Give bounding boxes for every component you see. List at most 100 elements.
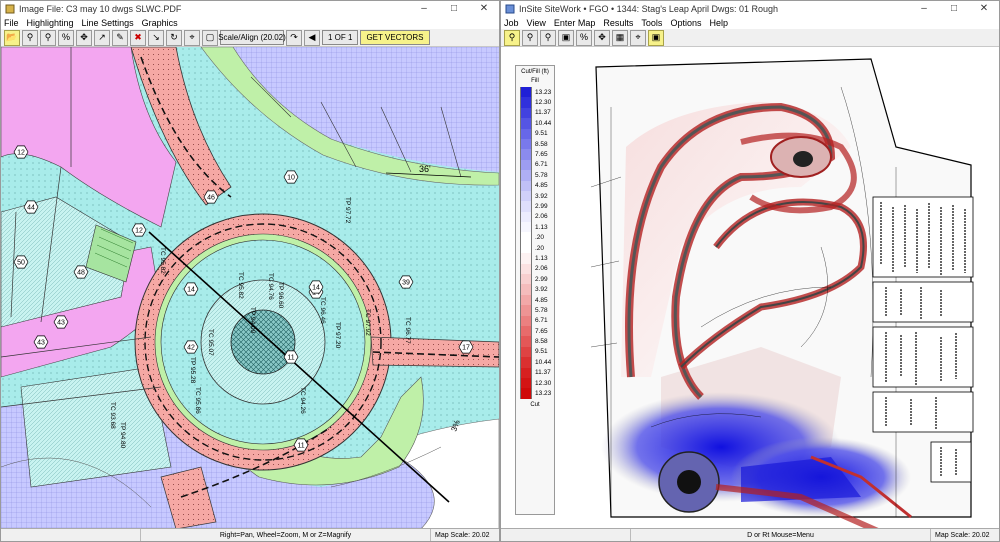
lot-number-marker: 50 bbox=[13, 255, 29, 269]
legend-value: 3.92 bbox=[535, 286, 548, 294]
legend-swatch bbox=[520, 388, 532, 399]
left-pdf-map-view[interactable]: 36' 3% TC 95.82 TC 94.76 TC 95.07 TC 97.… bbox=[1, 47, 499, 529]
lot-number: 11 bbox=[297, 443, 304, 450]
zoom-window-icon[interactable]: ▣ bbox=[558, 29, 574, 46]
menu-enter-map[interactable]: Enter Map bbox=[554, 18, 596, 28]
legend-row: 13.23 bbox=[516, 87, 554, 98]
legend-value: 11.37 bbox=[535, 369, 551, 377]
zoom-out-icon[interactable]: ⚲ bbox=[540, 29, 556, 46]
get-vectors-button[interactable]: GET VECTORS bbox=[360, 30, 430, 45]
zoom-in-icon[interactable]: ⚲ bbox=[522, 29, 538, 46]
scale-align-button[interactable]: Scale/Align (20.02) bbox=[218, 30, 286, 45]
lot-number-marker: 43 bbox=[33, 335, 49, 349]
tc-label: TC 95.86 bbox=[194, 387, 201, 414]
menu-job[interactable]: Job bbox=[504, 18, 519, 28]
legend-value: 7.65 bbox=[535, 151, 548, 159]
right-status-bar: D or Rt Mouse=Menu Map Scale: 20.02 bbox=[501, 528, 999, 541]
lot-number: 39 bbox=[402, 280, 410, 287]
legend-swatch bbox=[520, 128, 532, 139]
status-map-scale: Map Scale: 20.02 bbox=[935, 531, 990, 539]
maximize-button[interactable]: □ bbox=[939, 1, 969, 16]
lot-number: 14 bbox=[312, 285, 320, 292]
legend-swatch bbox=[520, 346, 532, 358]
layers-icon[interactable]: ▦ bbox=[612, 29, 628, 46]
legend-row: 11.37 bbox=[516, 107, 554, 119]
lot-number: 10 bbox=[287, 175, 295, 182]
open-folder-icon[interactable]: 📂 bbox=[4, 29, 20, 46]
right-cut-fill-map-view[interactable]: Cut/Fill (ft) Fill 13.23 12.30 11.37 10.44 9… bbox=[501, 47, 999, 529]
legend-row: 4.85 bbox=[516, 294, 554, 306]
lot-number: 43 bbox=[37, 340, 45, 347]
minimize-button[interactable]: – bbox=[409, 1, 439, 16]
crosshair-icon[interactable]: ⌖ bbox=[184, 29, 200, 46]
right-menu-bar: Job View Enter Map Results Tools Options… bbox=[501, 16, 999, 29]
menu-graphics[interactable]: Graphics bbox=[142, 18, 178, 28]
legend-row: 8.58 bbox=[516, 336, 554, 347]
snapshot-icon[interactable]: ▣ bbox=[648, 29, 664, 46]
minimize-button[interactable]: – bbox=[909, 1, 939, 16]
menu-line-settings[interactable]: Line Settings bbox=[82, 18, 134, 28]
menu-highlighting[interactable]: Highlighting bbox=[27, 18, 74, 28]
left-title-bar[interactable]: Image File: C3 may 10 dwgs SLWC.PDF – □ … bbox=[1, 1, 499, 16]
maximize-button[interactable]: □ bbox=[439, 1, 469, 16]
zoom-percent-icon[interactable]: % bbox=[58, 29, 74, 46]
legend-swatch bbox=[520, 253, 532, 264]
legend-value: 13.23 bbox=[535, 390, 552, 398]
app-icon bbox=[505, 4, 515, 13]
legend-value: 3.92 bbox=[535, 192, 548, 200]
legend-value: 11.37 bbox=[535, 109, 551, 117]
legend-row: 6.71 bbox=[516, 315, 554, 326]
menu-file[interactable]: File bbox=[4, 18, 19, 28]
menu-options[interactable]: Options bbox=[670, 18, 701, 28]
legend-value: 1.13 bbox=[535, 223, 548, 231]
pen-tool-icon[interactable]: ✎ bbox=[112, 29, 128, 46]
menu-view[interactable]: View bbox=[527, 18, 546, 28]
legend-value: .20 bbox=[535, 234, 545, 242]
square-tool-icon[interactable]: ▢ bbox=[202, 29, 218, 46]
legend-value: 12.30 bbox=[535, 99, 552, 107]
legend-row: 2.06 bbox=[516, 211, 554, 223]
curve-tool-icon[interactable]: ↷ bbox=[286, 29, 302, 46]
lot-number-marker: 46 bbox=[203, 190, 219, 204]
dimension-label: 36' bbox=[419, 164, 431, 174]
menu-tools[interactable]: Tools bbox=[641, 18, 662, 28]
trim-icon[interactable]: ↘ bbox=[148, 29, 164, 46]
status-help-text: D or Rt Mouse=Menu bbox=[631, 529, 931, 541]
legend-row: 2.99 bbox=[516, 274, 554, 285]
delete-x-icon[interactable]: ✖ bbox=[130, 29, 146, 46]
legend-value: 7.65 bbox=[535, 327, 548, 335]
menu-help[interactable]: Help bbox=[709, 18, 728, 28]
legend-row: 12.30 bbox=[516, 377, 554, 389]
cut-fill-drawing[interactable] bbox=[501, 47, 999, 529]
right-title-bar[interactable]: InSite SiteWork • FGO • 1344: Stag's Lea… bbox=[501, 1, 999, 16]
right-toolbar: ⚲ ⚲ ⚲ ▣ % ✥ ▦ ⌖ ▣ bbox=[501, 29, 999, 47]
lot-number-marker: 42 bbox=[183, 340, 199, 354]
legend-swatch bbox=[520, 305, 532, 316]
lot-number: 46 bbox=[207, 195, 215, 202]
close-button[interactable]: ✕ bbox=[969, 1, 999, 16]
lot-number: 42 bbox=[187, 345, 195, 352]
crosshair-icon[interactable]: ⌖ bbox=[630, 29, 646, 46]
legend-value: 9.51 bbox=[535, 130, 548, 138]
rotate-icon[interactable]: ↻ bbox=[166, 29, 182, 46]
tc-label: TC 95.82 bbox=[237, 272, 244, 299]
legend-row: 9.51 bbox=[516, 128, 554, 139]
pan-arrows-icon[interactable]: ✥ bbox=[76, 29, 92, 46]
zoom-out-icon[interactable]: ⚲ bbox=[40, 29, 56, 46]
line-tool-icon[interactable]: ↗ bbox=[94, 29, 110, 46]
close-button[interactable]: ✕ bbox=[469, 1, 499, 16]
page-prev-icon[interactable]: ◀ bbox=[304, 29, 320, 46]
zoom-percent-icon[interactable]: % bbox=[576, 29, 592, 46]
legend-value: 2.06 bbox=[535, 213, 548, 221]
page-indicator[interactable]: 1 OF 1 bbox=[322, 30, 359, 45]
legend-value: 6.71 bbox=[535, 161, 548, 169]
menu-results[interactable]: Results bbox=[603, 18, 633, 28]
legend-value: 5.78 bbox=[535, 171, 548, 179]
zoom-in-icon[interactable]: ⚲ bbox=[22, 29, 38, 46]
legend-swatch bbox=[520, 294, 532, 306]
legend-row: 10.44 bbox=[516, 118, 554, 129]
legend-value: 12.30 bbox=[535, 379, 552, 387]
zoom-extents-icon[interactable]: ⚲ bbox=[504, 29, 520, 46]
site-plan-drawing[interactable]: 36' 3% TC 95.82 TC 94.76 TC 95.07 TC 97.… bbox=[1, 47, 499, 529]
pan-arrows-icon[interactable]: ✥ bbox=[594, 29, 610, 46]
